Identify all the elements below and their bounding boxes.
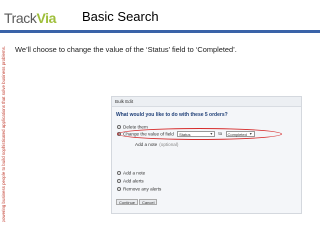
option-add-note[interactable]: Add a note (117, 169, 145, 176)
side-tagline: Empowering business people to build soph… (0, 46, 8, 222)
option-add-alerts[interactable]: Add alerts (117, 177, 144, 184)
slide-title: Basic Search (82, 9, 159, 24)
radio-add-alerts[interactable] (117, 178, 121, 183)
option-remove-alerts-label: Remove any alerts (123, 186, 162, 192)
logo-track: Track (4, 10, 37, 26)
radio-remove-alerts[interactable] (117, 186, 121, 191)
add-note-link[interactable]: Add a note (135, 142, 157, 147)
bulk-edit-panel: Bulk Edit What would you like to do with… (111, 96, 302, 214)
button-row: Continue Cancel (116, 199, 158, 205)
bulk-edit-header: Bulk Edit (112, 97, 301, 107)
logo-via: Via (36, 10, 57, 26)
highlight-ring (117, 128, 282, 140)
option-add-alerts-label: Add alerts (123, 178, 144, 184)
slide-body-text: We’ll choose to change the value of the … (15, 45, 237, 54)
option-remove-alerts[interactable]: Remove any alerts (117, 185, 161, 192)
bulk-edit-question: What would you like to do with these 5 o… (116, 112, 228, 118)
option-add-note-label: Add a note (123, 170, 146, 176)
radio-add-note[interactable] (117, 170, 121, 175)
add-note-row: Add a note (optional) (135, 141, 178, 148)
optional-hint: (optional) (159, 142, 179, 147)
title-divider (0, 30, 320, 33)
continue-button[interactable]: Continue (116, 199, 139, 205)
cancel-button[interactable]: Cancel (139, 199, 158, 205)
side-tagline-text: Empowering business people to build soph… (1, 46, 6, 222)
trackvia-logo: TrackVia (4, 8, 56, 28)
radio-delete[interactable] (117, 124, 121, 129)
